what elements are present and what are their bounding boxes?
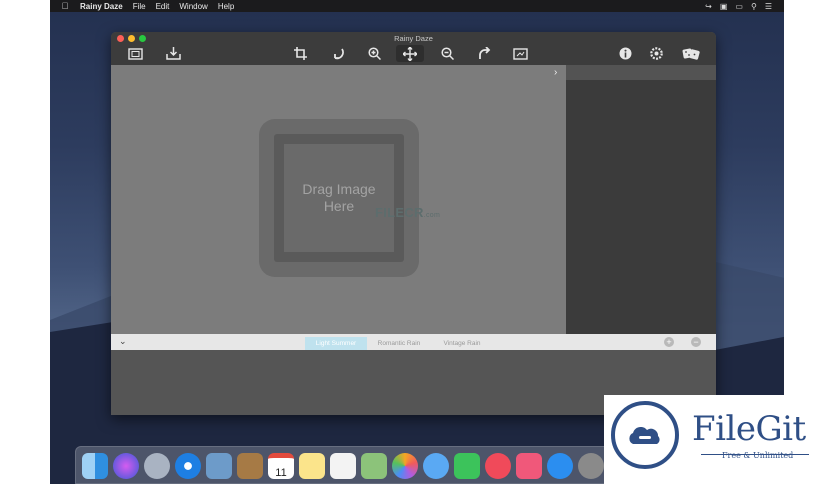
move-icon[interactable] — [396, 45, 424, 62]
zoom-in-icon[interactable] — [366, 45, 382, 62]
mail-icon[interactable] — [206, 453, 232, 479]
photos-icon[interactable] — [392, 453, 418, 479]
safari-icon[interactable] — [175, 453, 201, 479]
redo-icon[interactable] — [476, 45, 492, 62]
contacts-icon[interactable] — [237, 453, 263, 479]
calendar-icon[interactable]: 11 — [268, 453, 294, 479]
spotlight-search-icon[interactable]: ⚲ — [751, 2, 757, 11]
settings-icon[interactable] — [648, 45, 664, 62]
info-icon[interactable] — [617, 45, 633, 62]
system-preferences-icon[interactable] — [578, 453, 604, 479]
import-icon[interactable] — [165, 45, 181, 62]
finder-icon[interactable] — [82, 453, 108, 479]
add-preset-button[interactable]: + — [664, 337, 674, 347]
airplay-icon[interactable]: ▭ — [735, 2, 743, 11]
rotate-left-icon[interactable] — [329, 45, 345, 62]
reminders-icon[interactable] — [330, 453, 356, 479]
toolbar: Rainy Daze — [111, 32, 716, 65]
preset-romantic-rain[interactable]: Romantic Rain — [371, 337, 427, 350]
script-menu-icon[interactable]: ↪ — [705, 2, 712, 11]
menu-help[interactable]: Help — [218, 2, 234, 11]
menu-window[interactable]: Window — [179, 2, 207, 11]
display-icon[interactable]: ▣ — [720, 2, 728, 11]
fit-image-icon[interactable] — [512, 45, 528, 62]
preset-vintage-rain[interactable]: Vintage Rain — [436, 337, 488, 350]
control-list-icon[interactable]: ☰ — [765, 2, 772, 11]
zoom-out-icon[interactable] — [439, 45, 455, 62]
filegit-tagline: Free & Unlimited — [722, 451, 794, 460]
sidebar-header — [566, 65, 716, 80]
maps-icon[interactable] — [361, 453, 387, 479]
music-icon[interactable] — [516, 453, 542, 479]
watermark: FILECR.com — [375, 205, 440, 220]
filegit-badge: FileGit Free & Unlimited — [604, 395, 836, 484]
filegit-name: FileGit — [692, 409, 806, 449]
remove-preset-button[interactable]: − — [691, 337, 701, 347]
export-image-icon[interactable] — [127, 45, 143, 62]
facetime-icon[interactable] — [454, 453, 480, 479]
menu-bar:  Rainy Daze File Edit Window Help ↪ ▣ ▭… — [50, 0, 784, 12]
messages-icon[interactable] — [423, 453, 449, 479]
drop-label-line1: Drag Image — [302, 181, 376, 197]
app-window: Rainy Daze › Drag Image Here FILECR.com … — [111, 32, 716, 415]
random-dice-icon[interactable] — [681, 45, 701, 62]
dock: 11 — [75, 446, 635, 484]
news-icon[interactable] — [485, 453, 511, 479]
notes-icon[interactable] — [299, 453, 325, 479]
watermark-suffix: .com — [423, 212, 441, 219]
siri-icon[interactable] — [113, 453, 139, 479]
collapse-presets-chevron-icon[interactable]: ⌄ — [119, 336, 127, 347]
window-title: Rainy Daze — [394, 34, 433, 43]
menu-status-area: ↪ ▣ ▭ ⚲ ☰ — [705, 0, 772, 12]
sidebar-toggle-chevron-icon[interactable]: › — [554, 67, 557, 78]
crop-icon[interactable] — [292, 45, 308, 62]
menu-app-name[interactable]: Rainy Daze — [80, 2, 123, 11]
apple-menu-icon[interactable]:  — [50, 1, 80, 11]
preset-bar: ⌄ Light Summer Romantic Rain Vintage Rai… — [111, 334, 716, 350]
image-canvas[interactable]: › Drag Image Here FILECR.com — [111, 65, 566, 366]
menu-edit[interactable]: Edit — [156, 2, 170, 11]
filegit-logo-icon — [611, 401, 679, 469]
menu-file[interactable]: File — [133, 2, 146, 11]
watermark-text: FILECR — [375, 205, 424, 220]
launchpad-icon[interactable] — [144, 453, 170, 479]
app-store-icon[interactable] — [547, 453, 573, 479]
adjustments-sidebar — [566, 65, 716, 366]
preset-light-summer[interactable]: Light Summer — [305, 337, 367, 350]
